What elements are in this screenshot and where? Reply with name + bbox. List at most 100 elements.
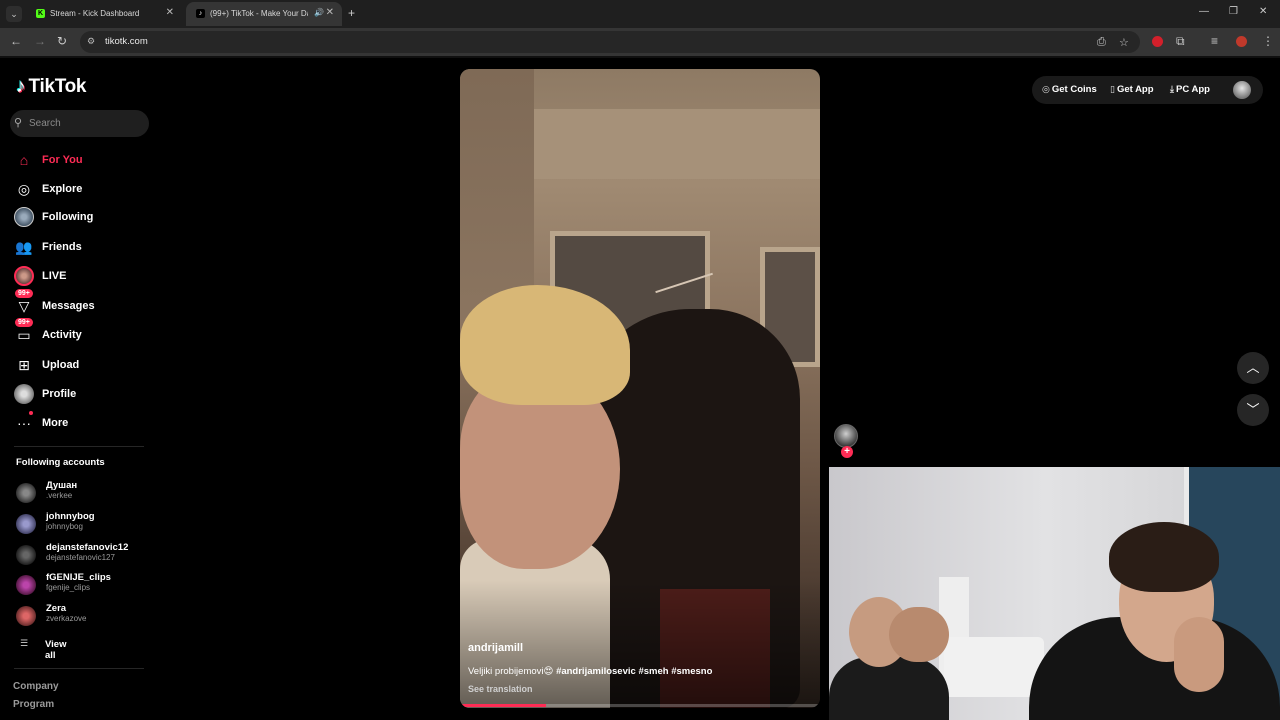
messages-badge: 99+: [15, 289, 33, 298]
nav-activity[interactable]: ▭ 99+ Activity: [14, 318, 154, 351]
video-progress-fill: [460, 704, 547, 707]
webcam-scene: [1109, 522, 1219, 592]
site-info-icon[interactable]: ⚙: [87, 36, 95, 47]
compass-icon: ◎: [17, 181, 31, 197]
nav-label: Following: [42, 211, 94, 223]
tab-kick-dashboard[interactable]: K Stream - Kick Dashboard ✕: [26, 2, 182, 26]
back-icon[interactable]: ←: [10, 34, 22, 48]
friends-icon: 👥: [15, 239, 33, 255]
account-name: fGENIJE_clips: [46, 572, 111, 583]
account-handle: johnnybog: [46, 522, 83, 531]
download-icon: ⤓: [1170, 84, 1174, 94]
sidebar-divider: [14, 668, 144, 669]
get-app-button[interactable]: ▯ Get App: [1110, 84, 1154, 95]
phone-icon: ▯: [1110, 84, 1115, 94]
tab-search-icon[interactable]: ⌄: [6, 6, 22, 22]
new-tab-icon[interactable]: +: [348, 6, 355, 20]
video-progress-bar[interactable]: [460, 704, 820, 707]
forward-icon[interactable]: →: [34, 34, 46, 48]
nav-for-you[interactable]: ⌂ For You: [14, 150, 154, 176]
nav-explore[interactable]: ◎ Explore: [14, 179, 154, 205]
avatar: [16, 545, 36, 565]
pc-app-button[interactable]: ⤓ PC App: [1170, 84, 1210, 95]
avatar: [16, 606, 36, 626]
nav-label: Messages: [42, 300, 95, 312]
activity-badge: 99+: [15, 318, 33, 327]
footer-program-link[interactable]: Program: [13, 699, 54, 710]
profile-avatar[interactable]: [1236, 36, 1247, 47]
live-avatar: [14, 266, 34, 286]
hashtag[interactable]: #smesno: [671, 666, 712, 677]
webcam-scene: [944, 637, 1044, 697]
following-account-item[interactable]: dejanstefanovic12 dejanstefanovic127: [16, 542, 156, 568]
address-bar-row: ← → ↻ ⚙ tikotk.com ⎙ ☆ ⧉ ≡ ⋮: [0, 28, 1280, 56]
webcam-scene: [1174, 617, 1224, 692]
hashtag[interactable]: #andrijamilosevic: [556, 666, 636, 677]
url-field[interactable]: ⚙ tikotk.com ⎙ ☆: [80, 31, 1140, 53]
sidebar-divider: [14, 446, 144, 447]
video-author[interactable]: andrijamill: [468, 642, 523, 654]
caption-emoji: 😍: [543, 666, 554, 677]
creator-avatar[interactable]: [834, 424, 858, 448]
next-video-button[interactable]: ﹀: [1237, 394, 1269, 426]
search-input[interactable]: ⚲ Search: [10, 110, 149, 137]
notification-dot: [29, 411, 33, 415]
nav-live[interactable]: LIVE: [14, 266, 154, 292]
avatar: [16, 514, 36, 534]
search-placeholder: Search: [29, 118, 61, 129]
logo-text: TikTok: [28, 76, 87, 97]
browser-tab-bar: ⌄ K Stream - Kick Dashboard ✕ ♪ (99+) Ti…: [0, 0, 1280, 28]
url-text: tikotk.com: [105, 36, 148, 47]
more-icon: ···: [17, 415, 31, 431]
follow-plus-icon[interactable]: +: [841, 446, 853, 458]
extensions-puzzle-icon[interactable]: ⧉: [1176, 34, 1185, 49]
tab-close-icon[interactable]: ✕: [326, 7, 334, 18]
header-actions: ◎ Get Coins ▯ Get App ⤓ PC App: [1032, 76, 1263, 104]
nav-profile[interactable]: Profile: [14, 384, 154, 410]
nav-messages[interactable]: ▽ 99+ Messages: [14, 289, 154, 322]
restore-icon[interactable]: ❐: [1229, 6, 1238, 17]
get-app-label: Get App: [1116, 84, 1154, 95]
nav-label: Friends: [42, 241, 82, 253]
nav-more[interactable]: ··· More: [14, 411, 154, 439]
nav-friends[interactable]: 👥 Friends: [14, 237, 154, 263]
minimize-icon[interactable]: —: [1199, 6, 1209, 17]
following-account-item[interactable]: fGENIJE_clips fgenije_clips: [16, 572, 156, 598]
media-controls-icon[interactable]: ≡: [1211, 34, 1218, 48]
profile-avatar: [14, 384, 34, 404]
video-player[interactable]: andrijamill Veljiki probijemovi😍 #andrij…: [460, 69, 820, 708]
chrome-divider: [0, 56, 1280, 58]
account-handle: .verkee: [46, 491, 73, 500]
bookmark-star-icon[interactable]: ☆: [1119, 36, 1129, 49]
install-app-icon[interactable]: ⎙: [1097, 36, 1106, 49]
avatar: [16, 575, 36, 595]
browser-menu-icon[interactable]: ⋮: [1262, 34, 1274, 48]
following-accounts-title: Following accounts: [16, 457, 105, 468]
nav-following[interactable]: Following: [14, 207, 154, 233]
webcam-overlay: [829, 467, 1280, 720]
previous-video-button[interactable]: ︿: [1237, 352, 1269, 384]
speaker-icon[interactable]: 🔊: [314, 8, 324, 17]
hashtag[interactable]: #smeh: [638, 666, 668, 677]
tiktok-note-icon: ♪: [16, 76, 26, 97]
window-close-icon[interactable]: ✕: [1259, 6, 1267, 17]
following-account-item[interactable]: Душан .verkee: [16, 480, 156, 506]
get-coins-button[interactable]: ◎ Get Coins: [1042, 84, 1097, 95]
tab-close-icon[interactable]: ✕: [166, 7, 174, 18]
webcam-scene: [829, 657, 949, 720]
user-avatar[interactable]: [1233, 81, 1251, 99]
tab-title: Stream - Kick Dashboard: [50, 9, 140, 18]
view-all-label: View all: [45, 639, 67, 661]
following-account-item[interactable]: johnnybog johnnybog: [16, 511, 156, 537]
see-translation-button[interactable]: See translation: [468, 684, 533, 694]
footer-company-link[interactable]: Company: [13, 681, 59, 692]
tiktok-logo[interactable]: ♪ TikTok: [16, 76, 86, 98]
chevron-up-icon: ︿: [1246, 360, 1260, 375]
following-account-item[interactable]: Zera zverkazove: [16, 603, 156, 629]
tab-tiktok[interactable]: ♪ (99+) TikTok - Make Your Day 🔊 ✕: [186, 2, 342, 26]
extension-icon[interactable]: [1152, 36, 1163, 47]
reload-icon[interactable]: ↻: [57, 34, 67, 48]
activity-icon: ▭: [17, 327, 31, 343]
nav-upload[interactable]: ⊞ Upload: [14, 355, 154, 381]
following-avatar: [14, 207, 34, 227]
